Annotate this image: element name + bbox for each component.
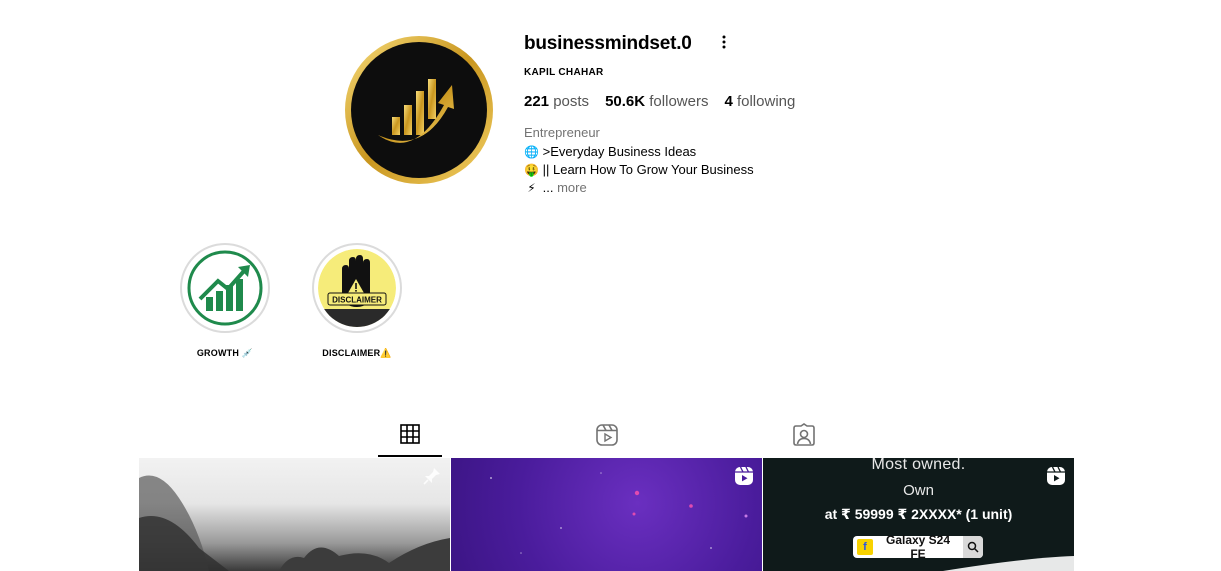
post-3-headline: Most owned. [871, 458, 966, 473]
posts-count: 221 posts [524, 93, 589, 110]
post-2-image [490, 472, 748, 554]
profile-full-name: KAPIL CHAHAR [524, 67, 604, 78]
post-1-image [139, 475, 450, 571]
money-face-emoji: 🤑 [524, 163, 539, 177]
profile-category: Entrepreneur [524, 125, 600, 140]
bio-line-2-text: || Learn How To Grow Your Business [542, 162, 754, 177]
following-link[interactable]: 4 following [724, 93, 795, 110]
post-3-price: at ₹ 59999 ₹ 2XXXX* (1 unit) [824, 506, 1013, 522]
disclaimer-cover-text: DISCLAIMER [332, 296, 382, 305]
lightning-emoji: ⚡ [527, 181, 536, 195]
grid-icon [400, 424, 420, 444]
bio-line-3: ⚡ ... more [524, 179, 754, 197]
post-3-badge-text: Galaxy S24 FE [885, 533, 951, 561]
reels-icon [1047, 466, 1065, 485]
posts-count-label: posts [553, 93, 590, 110]
disclaimer-hand-icon: DISCLAIMER [318, 249, 396, 327]
reels-icon [596, 424, 618, 446]
followers-link[interactable]: 50.6K followers [605, 93, 708, 110]
bio-line-1-text: >Everyday Business Ideas [542, 144, 697, 159]
highlight-growth-ring [180, 243, 270, 333]
highlight-disclaimer-ring: DISCLAIMER [312, 243, 402, 333]
highlight-disclaimer[interactable]: DISCLAIMER DISCLAIMER⚠️ [312, 243, 402, 359]
following-count-value: 4 [724, 93, 733, 110]
search-icon [963, 536, 983, 558]
posts-grid: Most owned. Own at ₹ 59999 ₹ 2XXXX* (1 u… [139, 458, 1074, 571]
posts-count-value: 221 [524, 93, 550, 110]
globe-emoji: 🌐 [524, 145, 539, 159]
flipkart-logo-icon: f [857, 539, 873, 555]
bio-line-3-text: ... [542, 180, 554, 195]
more-options-icon[interactable] [716, 34, 732, 50]
followers-label: followers [649, 93, 709, 110]
post-3-search-badge: f Galaxy S24 FE [853, 533, 983, 561]
profile-tabs [139, 417, 1074, 457]
highlight-disclaimer-label: DISCLAIMER⚠️ [322, 348, 392, 358]
profile-username: businessmindset.0 [524, 33, 692, 54]
tab-posts[interactable] [378, 417, 442, 457]
profile-bio: 🌐 >Everyday Business Ideas 🤑 || Learn Ho… [524, 143, 754, 197]
pin-icon [423, 468, 440, 485]
followers-count-value: 50.6K [605, 93, 646, 110]
following-label: following [736, 93, 796, 110]
bio-line-2: 🤑 || Learn How To Grow Your Business [524, 161, 754, 179]
growth-chart-icon [186, 249, 264, 327]
bio-more-link[interactable]: more [557, 180, 587, 195]
reels-icon [735, 466, 753, 485]
post-tile-1[interactable] [139, 458, 450, 571]
profile-stats: 221 posts 50.6K followers 4 following [524, 93, 795, 110]
bio-line-1: 🌐 >Everyday Business Ideas [524, 143, 754, 161]
post-tile-3[interactable]: Most owned. Own at ₹ 59999 ₹ 2XXXX* (1 u… [763, 458, 1074, 571]
profile-avatar[interactable] [344, 35, 494, 185]
tagged-icon [793, 423, 815, 446]
post-tile-2[interactable] [451, 458, 762, 571]
tab-tagged[interactable] [772, 417, 836, 457]
highlight-growth[interactable]: GROWTH 💉 [180, 243, 270, 359]
post-3-subline: Own [903, 482, 934, 499]
highlight-growth-label: GROWTH 💉 [196, 348, 254, 358]
tab-reels[interactable] [575, 417, 639, 457]
